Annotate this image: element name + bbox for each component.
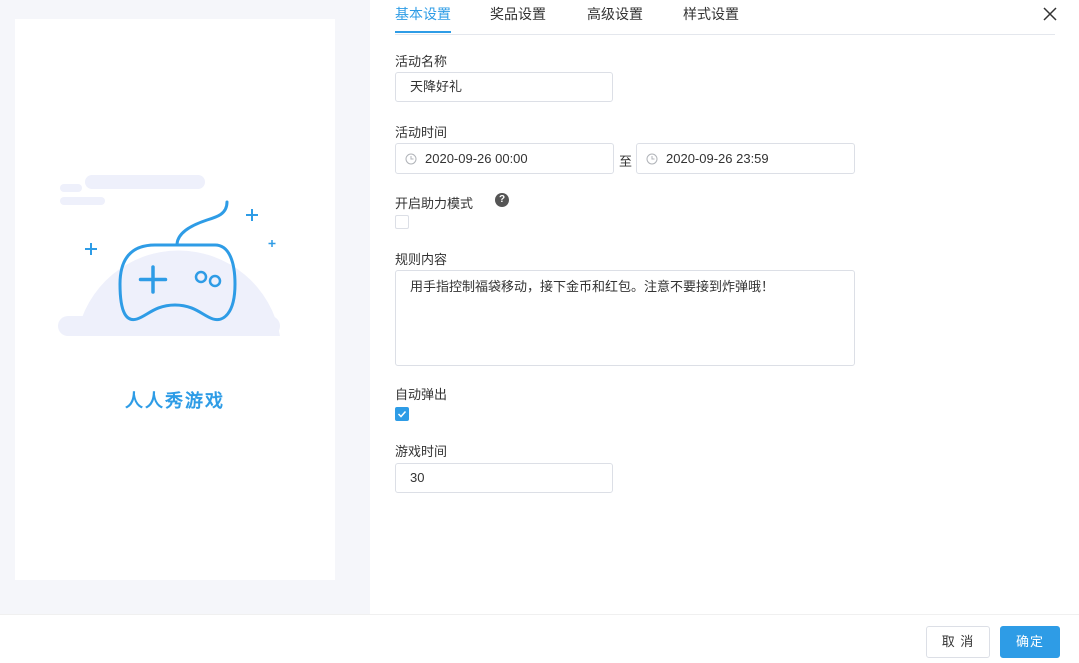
tab-label: 基本设置 — [395, 6, 451, 22]
rules-textarea[interactable]: 用手指控制福袋移动，接下金币和红包。注意不要接到炸弹哦！ — [395, 270, 855, 366]
assist-mode-checkbox[interactable] — [395, 215, 409, 229]
preview-card: 人人秀游戏 — [15, 19, 335, 580]
tab-label: 奖品设置 — [490, 6, 546, 22]
active-tab-indicator — [395, 31, 451, 33]
tab-advanced-settings[interactable]: 高级设置 — [587, 6, 643, 33]
activity-name-input[interactable]: 天降好礼 — [395, 72, 613, 102]
preview-panel: 人人秀游戏 — [0, 0, 370, 614]
check-icon — [397, 410, 407, 418]
tab-bar: 基本设置 奖品设置 高级设置 样式设置 — [395, 0, 1055, 35]
settings-panel: 基本设置 奖品设置 高级设置 样式设置 活动名称 天降好礼 活动时间 2020-… — [370, 0, 1079, 614]
dialog-footer: 取 消 确定 — [0, 614, 1079, 663]
activity-time-label: 活动时间 — [395, 125, 448, 140]
game-time-label: 游戏时间 — [395, 444, 448, 459]
auto-popup-checkbox[interactable] — [395, 407, 409, 421]
auto-popup-label: 自动弹出 — [395, 387, 448, 402]
tab-basic-settings[interactable]: 基本设置 — [395, 6, 451, 33]
game-time-input[interactable]: 30 — [395, 463, 613, 493]
start-time-value: 2020-09-26 00:00 — [425, 151, 528, 166]
date-range-separator: 至 — [619, 154, 633, 169]
tab-label: 样式设置 — [683, 6, 739, 22]
end-time-value: 2020-09-26 23:59 — [666, 151, 769, 166]
start-time-picker[interactable]: 2020-09-26 00:00 — [395, 143, 614, 174]
tab-style-settings[interactable]: 样式设置 — [683, 6, 739, 33]
rules-label: 规则内容 — [395, 252, 448, 267]
end-time-picker[interactable]: 2020-09-26 23:59 — [636, 143, 855, 174]
gamepad-icon — [58, 175, 280, 336]
close-icon[interactable] — [1042, 6, 1058, 22]
help-icon[interactable]: ? — [495, 193, 509, 207]
confirm-button[interactable]: 确定 — [1000, 626, 1060, 658]
tab-prize-settings[interactable]: 奖品设置 — [490, 6, 546, 33]
cancel-button[interactable]: 取 消 — [926, 626, 990, 658]
clock-icon — [405, 153, 417, 165]
assist-mode-label: 开启助力模式 — [395, 196, 474, 211]
clock-icon — [646, 153, 658, 165]
tab-label: 高级设置 — [587, 6, 643, 22]
activity-name-label: 活动名称 — [395, 54, 448, 69]
game-title: 人人秀游戏 — [125, 391, 225, 411]
